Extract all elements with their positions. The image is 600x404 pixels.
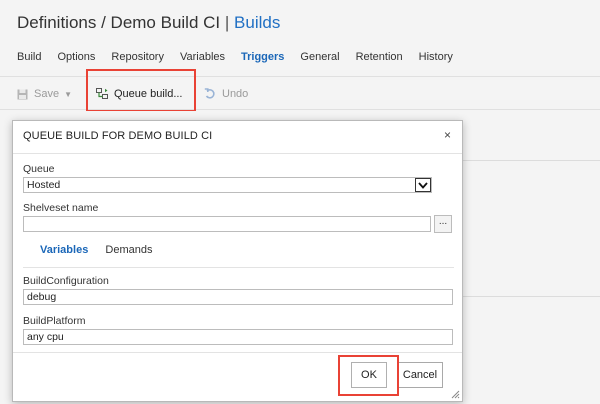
tab-general[interactable]: General bbox=[300, 51, 339, 67]
queue-build-button[interactable]: Queue build... bbox=[96, 86, 183, 102]
tab-triggers[interactable]: Triggers bbox=[241, 51, 284, 67]
save-button[interactable]: Save ▼ bbox=[17, 86, 72, 102]
build-configuration-input[interactable]: debug bbox=[23, 289, 453, 305]
divider bbox=[13, 352, 462, 353]
tab-build[interactable]: Build bbox=[17, 51, 41, 67]
divider bbox=[462, 160, 600, 161]
queue-select-value: Hosted bbox=[27, 179, 61, 191]
queue-build-icon bbox=[96, 88, 108, 99]
browse-shelveset-button[interactable]: ... bbox=[434, 215, 452, 233]
resize-grip-icon[interactable] bbox=[451, 390, 460, 399]
undo-button[interactable]: Undo bbox=[204, 86, 248, 102]
ok-button[interactable]: OK bbox=[351, 362, 387, 388]
breadcrumb-separator: | bbox=[224, 13, 230, 32]
dialog-title: QUEUE BUILD FOR DEMO BUILD CI bbox=[23, 130, 213, 142]
cancel-button[interactable]: Cancel bbox=[397, 362, 443, 388]
shelveset-input[interactable] bbox=[23, 216, 431, 232]
tab-repository[interactable]: Repository bbox=[111, 51, 164, 67]
divider bbox=[462, 296, 600, 297]
queue-label: Queue bbox=[23, 163, 55, 175]
subtab-demands[interactable]: Demands bbox=[105, 244, 152, 256]
tab-retention[interactable]: Retention bbox=[356, 51, 403, 67]
undo-icon bbox=[204, 88, 215, 99]
queue-build-dialog: QUEUE BUILD FOR DEMO BUILD CI × Queue Ho… bbox=[12, 120, 463, 402]
queue-select[interactable]: Hosted bbox=[23, 177, 432, 193]
build-platform-label: BuildPlatform bbox=[23, 315, 86, 327]
build-configuration-label: BuildConfiguration bbox=[23, 275, 109, 287]
divider bbox=[13, 153, 462, 154]
definition-tabs: Build Options Repository Variables Trigg… bbox=[17, 51, 469, 67]
dialog-subtabs: Variables Demands bbox=[40, 244, 166, 256]
undo-label: Undo bbox=[222, 88, 249, 100]
tab-history[interactable]: History bbox=[419, 51, 453, 67]
tab-options[interactable]: Options bbox=[57, 51, 95, 67]
chevron-down-icon bbox=[415, 178, 431, 192]
toolbar: Save ▼ Queue build... Undo bbox=[0, 76, 600, 110]
subtab-variables[interactable]: Variables bbox=[40, 244, 88, 256]
page-header: Definitions / Demo Build CI | Builds Bui… bbox=[0, 0, 600, 76]
breadcrumb: Definitions / Demo Build CI | Builds bbox=[17, 13, 280, 33]
chevron-down-icon: ▼ bbox=[64, 89, 72, 99]
tab-variables[interactable]: Variables bbox=[180, 51, 225, 67]
breadcrumb-definitions[interactable]: Definitions / Demo Build CI bbox=[17, 13, 220, 32]
build-platform-input[interactable]: any cpu bbox=[23, 329, 453, 345]
save-icon bbox=[17, 89, 28, 99]
close-icon[interactable]: × bbox=[444, 128, 451, 142]
shelveset-label: Shelveset name bbox=[23, 202, 99, 214]
breadcrumb-builds-link[interactable]: Builds bbox=[234, 13, 280, 32]
queue-build-label: Queue build... bbox=[114, 88, 183, 100]
divider bbox=[23, 267, 454, 268]
save-label: Save bbox=[34, 88, 60, 100]
